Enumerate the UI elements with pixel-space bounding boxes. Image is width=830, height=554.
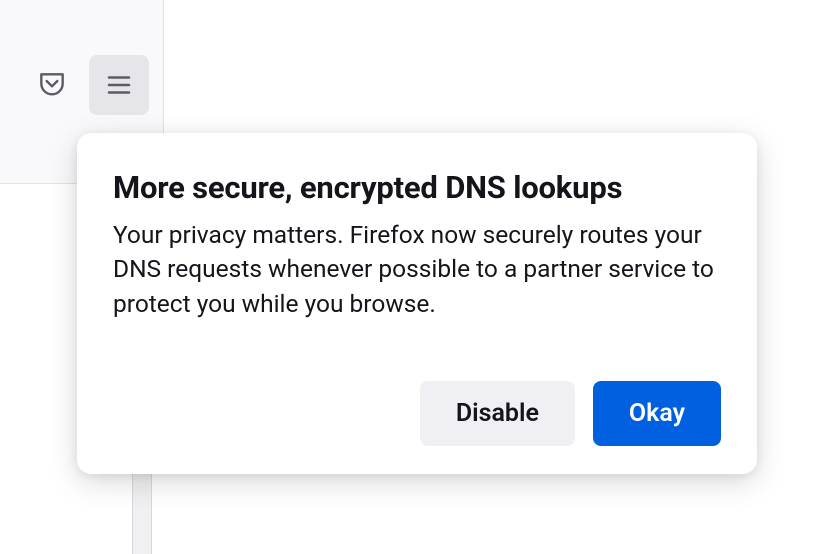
app-menu-button[interactable] xyxy=(89,55,149,115)
disable-button[interactable]: Disable xyxy=(420,381,575,446)
content-edge-strip xyxy=(132,474,152,554)
toolbar-icon-group xyxy=(27,55,149,115)
pocket-icon xyxy=(36,69,68,101)
pocket-button[interactable] xyxy=(27,55,77,115)
dialog-title: More secure, encrypted DNS lookups xyxy=(113,169,721,206)
menu-icon xyxy=(104,70,134,100)
dialog-actions: Disable Okay xyxy=(113,381,721,446)
okay-button[interactable]: Okay xyxy=(593,381,721,446)
dialog-body: Your privacy matters. Firefox now secure… xyxy=(113,218,721,321)
dns-lookup-dialog: More secure, encrypted DNS lookups Your … xyxy=(77,133,757,474)
